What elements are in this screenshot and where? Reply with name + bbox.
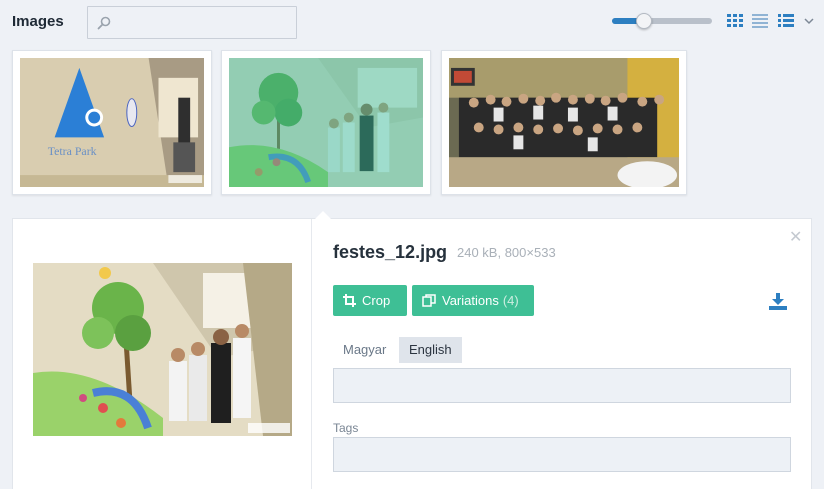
tags-field[interactable] — [333, 437, 791, 472]
tab-english[interactable]: English — [399, 337, 462, 363]
grid-view-icon[interactable] — [727, 14, 743, 28]
description-input[interactable] — [334, 369, 790, 402]
file-name: festes_12.jpg — [333, 242, 448, 262]
tags-input[interactable] — [334, 438, 790, 471]
crop-button[interactable]: Crop — [333, 285, 407, 316]
list-view-icon[interactable] — [778, 14, 794, 28]
variations-label: Variations — [442, 293, 499, 308]
top-bar: Images — [0, 0, 824, 44]
detail-view-icon[interactable] — [752, 14, 768, 28]
slider-handle[interactable] — [636, 13, 652, 29]
svg-text:Tetra Park: Tetra Park — [48, 144, 97, 158]
thumbnail-image: Tetra Park — [20, 58, 204, 187]
search-input[interactable] — [116, 7, 294, 38]
tags-label: Tags — [333, 421, 359, 435]
image-detail-panel: ✕ festes_12.jpg 240 kB, 800×533 Crop Var… — [12, 218, 812, 489]
image-preview — [33, 263, 292, 436]
description-field[interactable] — [333, 368, 791, 403]
variations-icon — [422, 294, 436, 307]
thumbnail-image — [229, 58, 423, 187]
image-thumbnail[interactable] — [441, 50, 687, 195]
download-icon[interactable] — [769, 293, 787, 310]
variations-count: (4) — [502, 293, 519, 308]
thumbnail-image — [449, 58, 679, 187]
chevron-down-icon[interactable] — [803, 16, 815, 26]
tab-magyar[interactable]: Magyar — [333, 337, 396, 363]
thumbnail-size-slider[interactable] — [612, 13, 712, 29]
variations-button[interactable]: Variations (4) — [412, 285, 534, 316]
panel-divider — [311, 219, 312, 489]
file-meta: 240 kB, 800×533 — [457, 245, 556, 260]
image-thumbnail-selected[interactable] — [221, 50, 431, 195]
page-title: Images — [12, 13, 64, 30]
panel-pointer — [315, 211, 331, 219]
crop-icon — [343, 294, 356, 307]
close-icon[interactable]: ✕ — [789, 227, 802, 247]
crop-label: Crop — [362, 293, 391, 308]
search-box[interactable] — [87, 6, 297, 39]
image-thumbnail[interactable]: Tetra Park — [12, 50, 212, 195]
search-icon — [97, 16, 111, 30]
